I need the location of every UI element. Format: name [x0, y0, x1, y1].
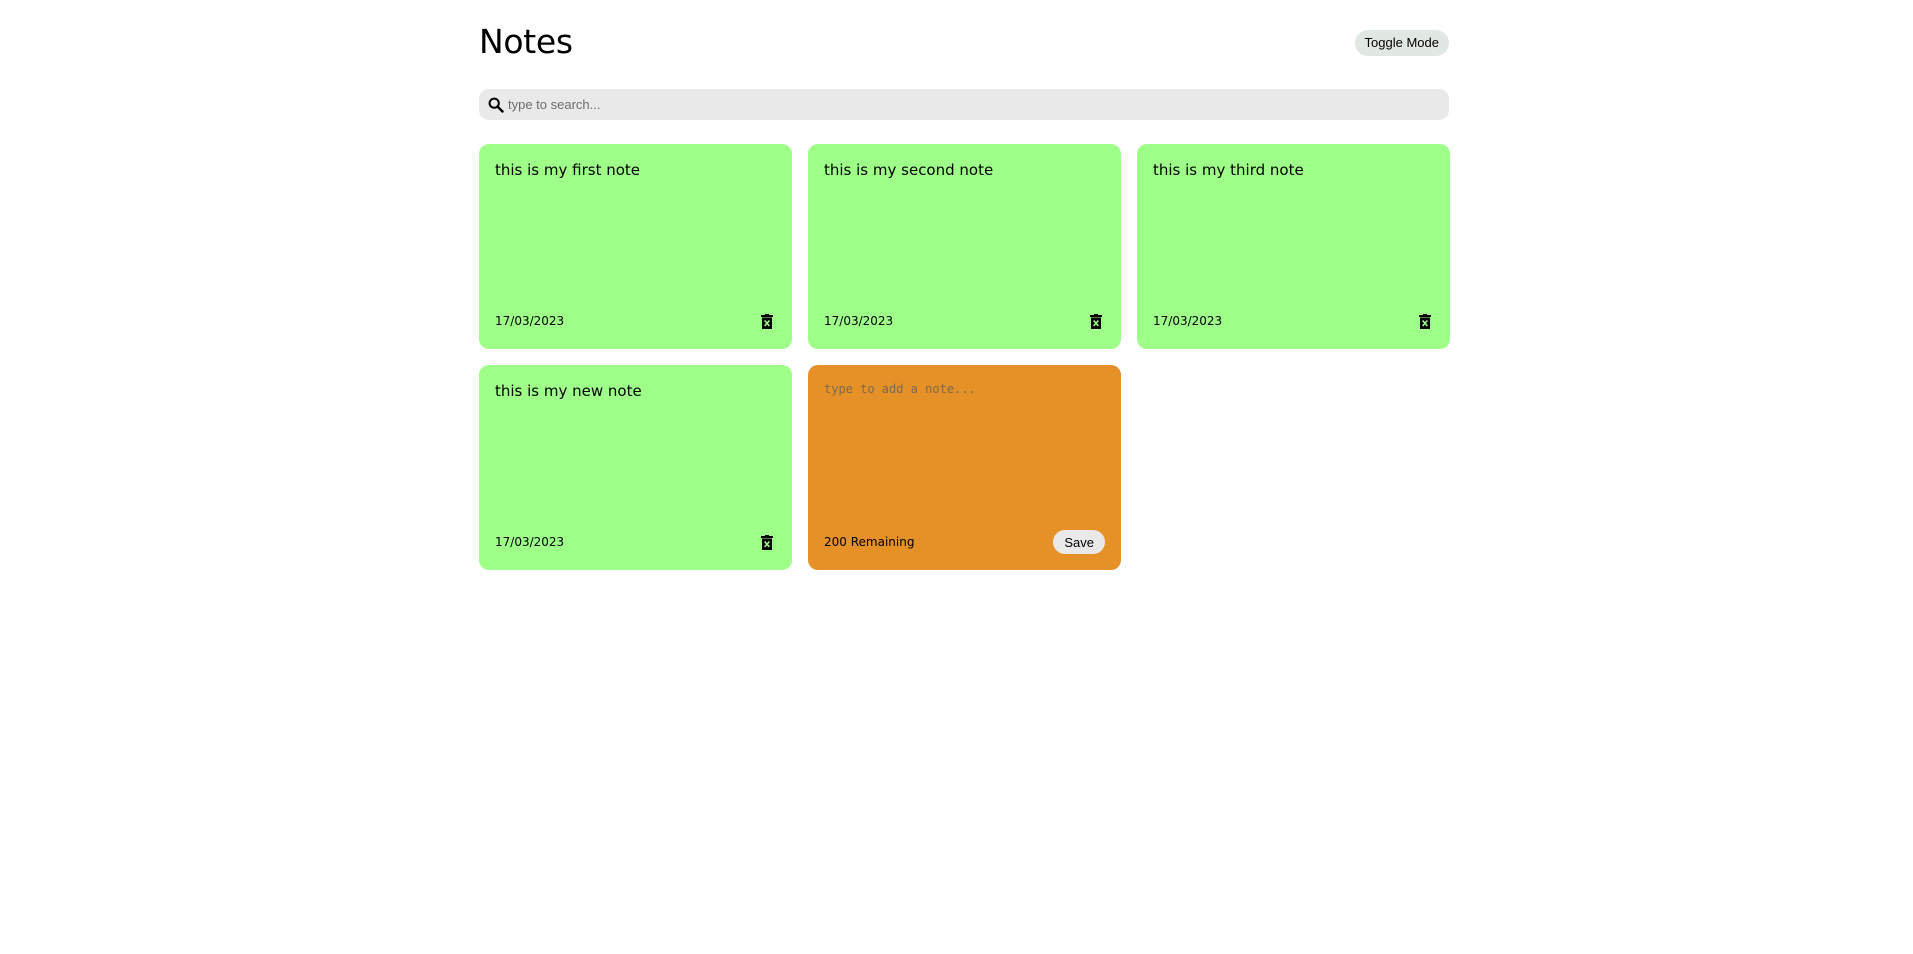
note-date: 17/03/2023: [495, 314, 565, 328]
add-note-textarea[interactable]: [824, 381, 1105, 511]
delete-icon[interactable]: [1087, 311, 1105, 331]
search-icon: [487, 96, 505, 114]
search-input[interactable]: [508, 97, 1408, 112]
header: Notes Toggle Mode: [479, 0, 1449, 88]
note-footer: 17/03/2023: [495, 532, 776, 552]
note-card: this is my third note 17/03/2023: [1137, 144, 1450, 349]
toggle-mode-button[interactable]: Toggle Mode: [1354, 30, 1449, 56]
note-card: this is my first note 17/03/2023: [479, 144, 792, 349]
note-text: this is my new note: [495, 382, 642, 400]
search-bar: [479, 89, 1449, 120]
note-text: this is my second note: [824, 161, 994, 179]
notes-list: this is my first note 17/03/2023 this is…: [479, 144, 1450, 570]
delete-icon[interactable]: [758, 311, 776, 331]
notes-app: Notes Toggle Mode this is my first note …: [479, 0, 1450, 570]
note-footer: 17/03/2023: [1153, 311, 1434, 331]
save-button[interactable]: Save: [1053, 530, 1105, 554]
note-date: 17/03/2023: [1153, 314, 1223, 328]
note-footer: 17/03/2023: [495, 311, 776, 331]
add-note-footer: 200 Remaining Save: [824, 530, 1105, 554]
page-title: Notes: [479, 22, 573, 61]
note-text: this is my first note: [495, 161, 641, 179]
delete-icon[interactable]: [758, 532, 776, 552]
note-card: this is my new note 17/03/2023: [479, 365, 792, 570]
note-date: 17/03/2023: [824, 314, 894, 328]
delete-icon[interactable]: [1416, 311, 1434, 331]
characters-remaining: 200 Remaining: [824, 535, 915, 549]
note-footer: 17/03/2023: [824, 311, 1105, 331]
note-text: this is my third note: [1153, 161, 1304, 179]
note-date: 17/03/2023: [495, 535, 565, 549]
note-card: this is my second note 17/03/2023: [808, 144, 1121, 349]
add-note-card: 200 Remaining Save: [808, 365, 1121, 570]
